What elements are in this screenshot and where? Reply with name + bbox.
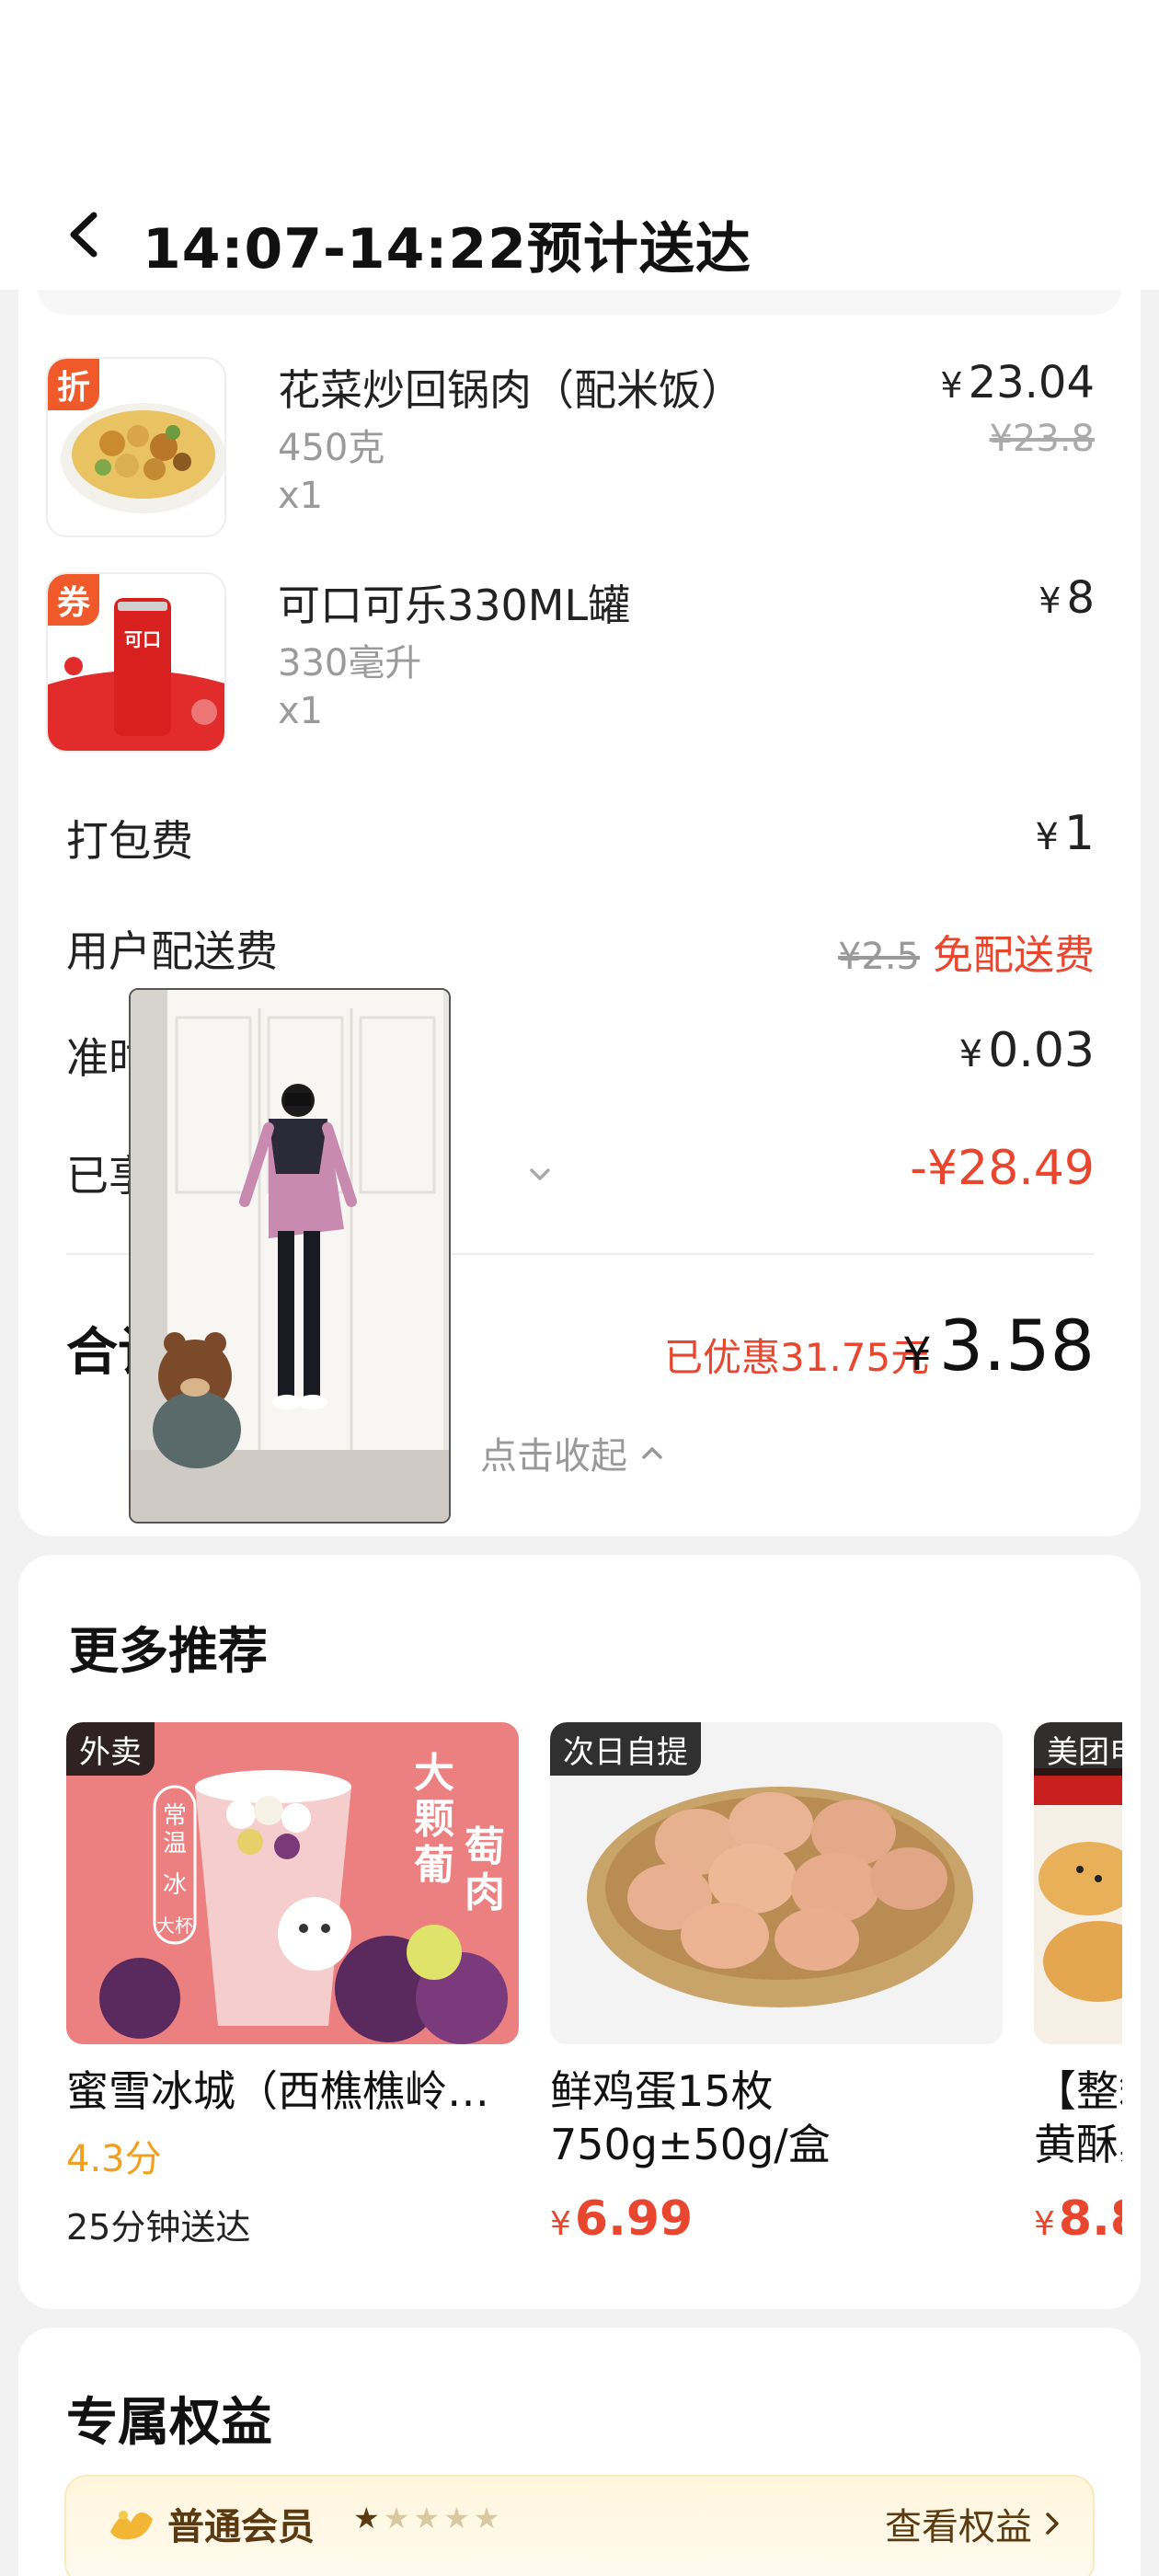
recommendation-badge: 次日自提 [550,1722,701,1776]
chevron-down-icon [530,1168,550,1180]
section-title: 更多推荐 [69,1622,268,1680]
recommendation-spec: 黄酥真 [1034,2120,1122,2169]
packing-fee-amount: 1 [1063,806,1095,861]
ontime-fee-value: ¥0.03 [959,1023,1095,1078]
packing-fee-row: 打包费 ¥1 [66,799,1095,872]
member-stars: ★★★★★ [353,2501,503,2536]
recommendation-image: 外卖 常 温 冰 大杯 大 颗 葡 萄 肉 [66,1722,519,2044]
recommendation-item[interactable]: 美团电 【整箱 黄酥真 ¥8.8 [1034,1722,1122,2247]
member-level-label: 普通会员 [167,2506,315,2548]
recommendation-name: 【整箱 [1034,2066,1122,2116]
coupon-tag: 券 [48,574,99,626]
back-button[interactable] [57,202,112,267]
svg-text:大: 大 [414,1750,454,1797]
item-quantity: x1 [278,475,324,517]
floating-video-window[interactable] [129,988,451,1524]
chevron-left-icon [70,212,98,258]
section-title: 专属权益 [66,2393,272,2453]
recommendation-name: 蜜雪冰城（西樵樵岭… [66,2066,489,2116]
item-price: ¥23.04 [940,357,1095,408]
svg-text:葡: 葡 [414,1842,454,1889]
currency-symbol: ¥ [1039,581,1061,621]
membership-bar[interactable]: 普通会员 ★★★★★ 查看权益 [64,2475,1095,2576]
recommendation-name: 鲜鸡蛋15枚 [550,2066,774,2116]
item-original-price: ¥23.8 [989,418,1095,460]
item-price-value: 23.04 [968,357,1095,408]
star-empty-icon: ★★★★ [383,2501,504,2536]
recommendation-price: ¥8.8 [1034,2191,1122,2247]
total-saved-text: 已优惠31.75元 [664,1335,930,1380]
recommendation-image: 次日自提 [550,1722,1003,2044]
recommendations-card: 更多推荐 外卖 常 温 冰 大杯 大 颗 葡 萄 肉 蜜雪冰城（西樵樵岭… 4.… [18,1555,1141,2309]
recommendation-image: 美团电 [1034,1722,1122,2044]
item-price: ¥8 [1039,572,1095,624]
recommendation-price: ¥6.99 [550,2191,1003,2247]
total-value: ¥3.58 [902,1305,1095,1386]
item-price-value: 8 [1066,572,1095,624]
order-item[interactable]: 折 花菜炒回锅肉（配米饭） 450克 x1 ¥23.04 ¥23.8 [46,357,1095,541]
item-name: 可口可乐330ML罐 [278,581,631,630]
star-filled-icon: ★ [353,2501,384,2536]
delivery-fee-label: 用户配送费 [66,926,278,976]
chevron-up-icon [642,1447,662,1459]
top-bar: 14:07-14:22预计送达 [0,184,1159,290]
total-amount: 3.58 [938,1305,1095,1386]
recommendation-rating: 4.3分 [66,2138,162,2180]
recommendation-eta: 25分钟送达 [66,2207,251,2248]
recommendation-item[interactable]: 次日自提 鲜鸡蛋15枚 750g±50g/盒 ¥6.99 [550,1722,1003,2247]
view-perks-link[interactable]: 查看权益 [885,2497,1065,2550]
svg-text:可口: 可口 [124,628,161,650]
cup-label-text: 常 [163,1802,187,1830]
item-quantity: x1 [278,690,324,732]
member-crown-icon [110,2511,153,2540]
order-item[interactable]: 券 可口 可口可乐330ML罐 330毫升 x1 ¥8 [46,572,1095,756]
discount-value: -¥28.49 [910,1141,1095,1196]
view-perks-label: 查看权益 [885,2506,1032,2548]
recommendation-price-value: 6.99 [574,2191,694,2247]
item-thumbnail: 折 [46,357,226,537]
currency-symbol: ¥ [958,1033,983,1075]
delivery-fee-row: 用户配送费 ¥2.5 免配送费 [66,909,1095,983]
item-spec: 450克 [278,427,385,469]
currency-symbol: ¥ [1034,2205,1055,2243]
svg-text:大杯: 大杯 [156,1915,193,1937]
packing-fee-label: 打包费 [66,816,193,866]
collapse-label: 点击收起 [480,1435,627,1478]
recommendation-badge: 美团电 [1034,1722,1122,1776]
collapse-button[interactable]: 点击收起 [480,1426,666,1479]
chevron-right-icon [1046,2513,1059,2535]
page-title: 14:07-14:22预计送达 [143,217,752,282]
svg-text:肉: 肉 [465,1869,505,1916]
video-frame-image [131,990,449,1522]
perks-card: 专属权益 普通会员 ★★★★★ 查看权益 [18,2328,1141,2576]
currency-symbol: ¥ [940,365,963,406]
item-name: 花菜炒回锅肉（配米饭） [278,365,743,415]
status-bar-area [0,0,1159,184]
recommendation-spec: 750g±50g/盒 [550,2120,831,2169]
svg-text:冰: 冰 [163,1871,187,1899]
ontime-fee-amount: 0.03 [988,1023,1095,1078]
item-thumbnail: 券 可口 [46,572,226,753]
packing-fee-value: ¥1 [1035,806,1095,861]
currency-symbol: ¥ [550,2205,571,2243]
item-spec: 330毫升 [278,642,422,684]
recommendation-badge: 外卖 [66,1722,155,1776]
delivery-fee-original: ¥2.5 [837,936,920,978]
recommendation-price-value: 8.8 [1058,2191,1122,2247]
delivery-fee-value: ¥2.5 免配送费 [838,922,1095,981]
svg-text:颗: 颗 [414,1796,454,1843]
currency-symbol: ¥ [901,1328,932,1381]
svg-text:萄: 萄 [465,1823,505,1870]
discount-tag: 折 [48,359,99,410]
svg-text:温: 温 [163,1830,187,1857]
recommendation-item[interactable]: 外卖 常 温 冰 大杯 大 颗 葡 萄 肉 蜜雪冰城（西樵樵岭… 4.3分 25… [66,1722,519,2249]
currency-symbol: ¥ [1035,816,1059,858]
free-delivery-label: 免配送费 [933,932,1095,979]
